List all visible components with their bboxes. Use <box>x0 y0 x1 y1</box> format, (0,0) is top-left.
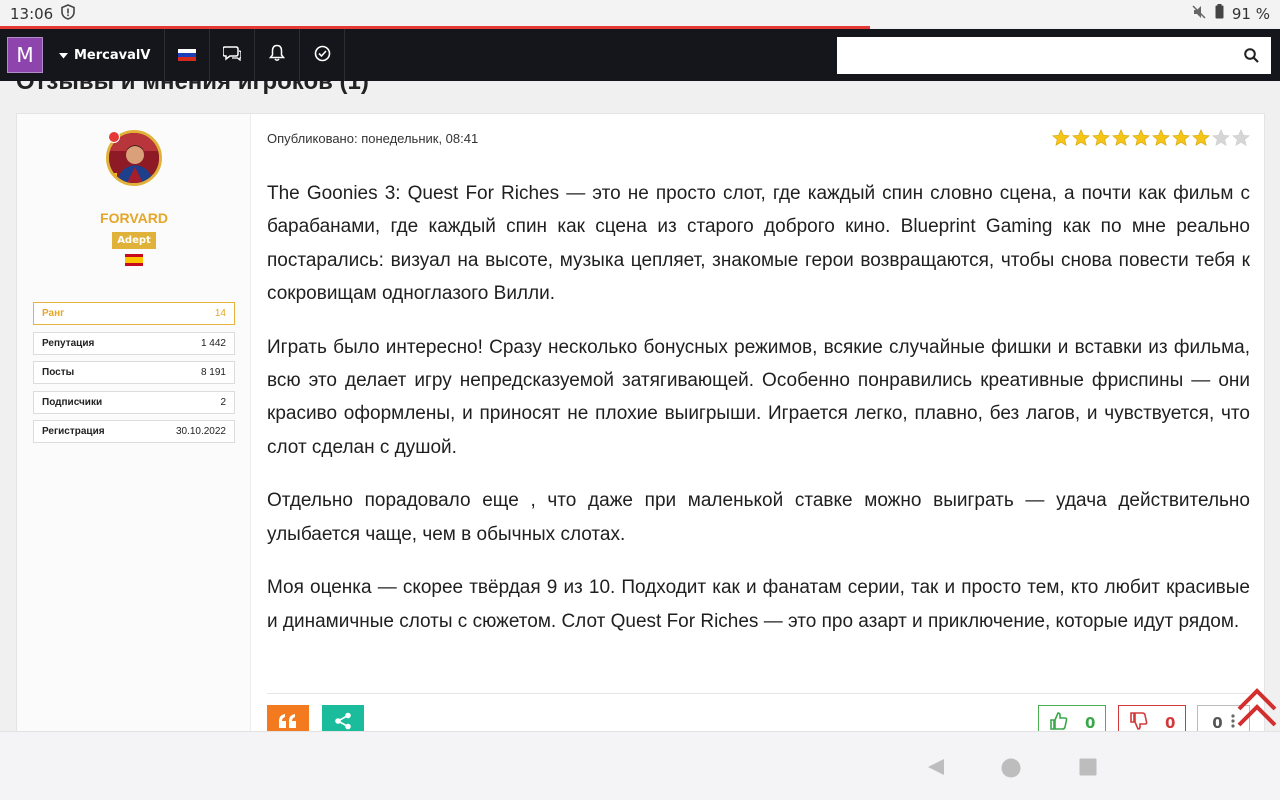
post-paragraph: Моя оценка — скорее твёрдая 9 из 10. Под… <box>267 577 1250 632</box>
activity-button[interactable] <box>300 29 346 81</box>
post-card: FORVARD Adept Ранг 14 Репутация 1 442 Пост… <box>16 113 1265 753</box>
rating-stars <box>1052 128 1250 151</box>
messages-button[interactable] <box>210 29 256 81</box>
author-stats: Ранг 14 Репутация 1 442 Посты 8 191 Подписч… <box>33 302 235 450</box>
star-filled-icon[interactable] <box>1092 128 1110 151</box>
top-navbar: M MercavalV <box>0 29 1280 81</box>
author-avatar-wrap[interactable] <box>106 130 162 186</box>
user-menu[interactable]: MercavalV <box>49 29 166 81</box>
stat-followers: Подписчики 2 <box>33 390 235 414</box>
user-avatar[interactable]: M <box>7 37 43 73</box>
post-paragraph: Отдельно порадовало еще , что даже при м… <box>267 490 1250 545</box>
author-rank-badge: Adept <box>112 232 156 249</box>
flag-es-icon <box>125 254 143 266</box>
username: MercavalV <box>74 47 151 63</box>
notifications-button[interactable] <box>255 29 301 81</box>
star-empty-icon[interactable] <box>1212 128 1230 151</box>
post-published-date: Опубликовано: понедельник, 08:41 <box>267 131 479 146</box>
star-filled-icon[interactable] <box>1172 128 1190 151</box>
more-vertical-icon <box>1231 714 1235 732</box>
stat-registration: Регистрация 30.10.2022 <box>33 420 235 443</box>
author-sidebar: FORVARD Adept Ранг 14 Репутация 1 442 Пост… <box>17 114 251 752</box>
dislike-count: 0 <box>1165 714 1176 732</box>
like-count: 0 <box>1085 714 1096 732</box>
post-divider <box>267 693 1250 694</box>
battery-level: 91 % <box>1231 4 1270 23</box>
star-filled-icon[interactable] <box>1132 128 1150 151</box>
star-filled-icon[interactable] <box>1152 128 1170 151</box>
star-filled-icon[interactable] <box>1192 128 1210 151</box>
author-name[interactable]: FORVARD <box>17 210 251 226</box>
system-navigation-bar <box>0 731 1280 800</box>
star-empty-icon[interactable] <box>1232 128 1250 151</box>
status-bar: 13:06 91 % <box>0 0 1280 27</box>
shield-icon <box>61 3 76 24</box>
star-filled-icon[interactable] <box>1052 128 1070 151</box>
home-icon[interactable] <box>1001 758 1021 782</box>
online-indicator <box>108 131 120 143</box>
search-box <box>837 37 1271 74</box>
star-filled-icon[interactable] <box>1072 128 1090 151</box>
scroll-to-top-button[interactable] <box>1236 687 1278 731</box>
stat-reputation: Репутация 1 442 <box>33 331 235 355</box>
battery-icon <box>1215 4 1224 23</box>
search-input[interactable] <box>837 37 1231 74</box>
stat-rank: Ранг 14 <box>33 302 235 325</box>
reaction-count: 0 <box>1212 714 1223 732</box>
back-icon[interactable] <box>927 758 945 780</box>
chat-icon <box>222 45 243 65</box>
flag-ru-icon <box>178 49 197 61</box>
search-icon[interactable] <box>1231 48 1271 63</box>
clock-check-icon <box>314 45 331 66</box>
quote-icon <box>278 713 298 733</box>
status-time: 13:06 <box>10 4 54 23</box>
bell-icon <box>269 44 286 66</box>
caret-down-icon <box>59 48 68 63</box>
stat-posts: Посты 8 191 <box>33 361 235 384</box>
star-filled-icon[interactable] <box>1112 128 1130 151</box>
post-paragraph: Играть было интересно! Сразу несколько б… <box>267 336 1250 458</box>
recents-icon[interactable] <box>1079 758 1097 780</box>
language-button[interactable] <box>165 29 211 81</box>
post-body: The Goonies 3: Quest For Riches — это не… <box>267 177 1250 659</box>
mute-icon <box>1191 4 1207 24</box>
post-paragraph: The Goonies 3: Quest For Riches — это не… <box>267 183 1250 304</box>
